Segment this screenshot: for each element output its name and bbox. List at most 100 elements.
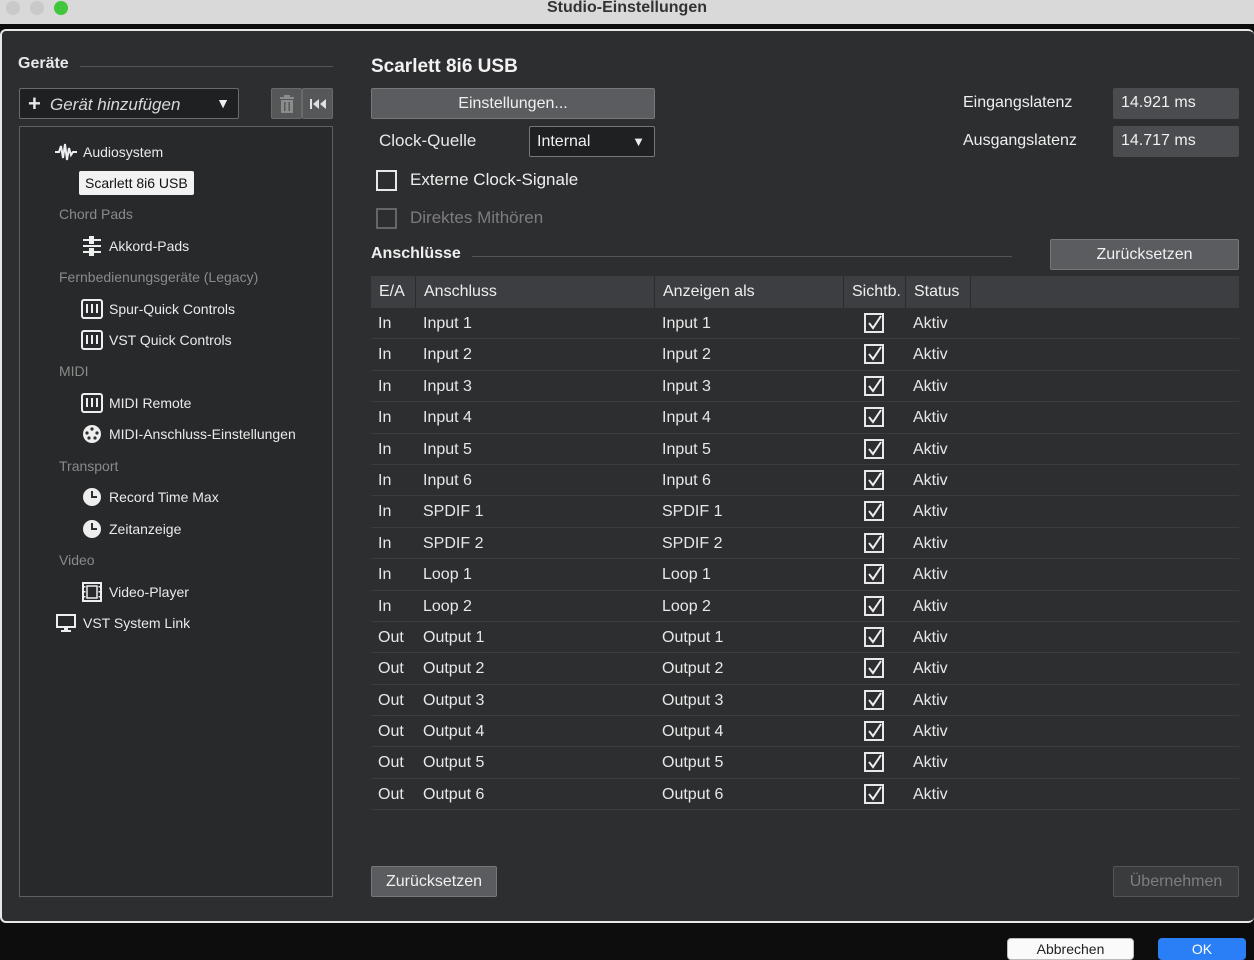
direct-monitoring-checkbox: Direktes Mithören xyxy=(376,207,543,229)
checkbox-box xyxy=(376,207,397,229)
rewind-icon xyxy=(309,99,326,109)
tree-item-midi-remote[interactable]: MIDI Remote xyxy=(81,391,191,415)
cell-display: Output 4 xyxy=(662,723,724,741)
external-clock-checkbox[interactable]: Externe Clock-Signale xyxy=(376,169,578,191)
cell-status: Aktiv xyxy=(913,723,948,741)
table-row[interactable]: Out Output 1 Output 1 Aktiv xyxy=(371,622,1239,654)
table-row[interactable]: Out Output 5 Output 5 Aktiv xyxy=(371,747,1239,779)
checkmark-icon xyxy=(868,315,882,330)
table-row[interactable]: Out Output 6 Output 6 Aktiv xyxy=(371,779,1239,811)
tree-category-transport: Transport xyxy=(59,458,119,474)
sliders-icon xyxy=(81,236,103,256)
input-latency-label: Eingangslatenz xyxy=(963,94,1073,111)
cell-display: Loop 1 xyxy=(662,566,711,584)
visible-checkbox[interactable] xyxy=(864,407,884,428)
visible-checkbox[interactable] xyxy=(864,721,884,742)
tree-item-vst-system-link[interactable]: VST System Link xyxy=(55,611,190,635)
tree-item-audiosystem[interactable]: Audiosystem xyxy=(55,140,163,164)
tree-category-remote-legacy: Fernbedienungsgeräte (Legacy) xyxy=(59,269,259,285)
cell-io: Out xyxy=(378,723,404,741)
clock-source-select[interactable]: Internal ▼ xyxy=(529,126,655,157)
table-row[interactable]: In Loop 2 Loop 2 Aktiv xyxy=(371,591,1239,622)
table-row[interactable]: In Input 1 Input 1 Aktiv xyxy=(371,308,1239,340)
device-settings-button[interactable]: Einstellungen... xyxy=(371,88,655,119)
cancel-button[interactable]: Abbrechen xyxy=(1007,938,1134,960)
checkmark-icon xyxy=(868,503,882,519)
tree-item-video-player[interactable]: Video-Player xyxy=(81,580,189,604)
ok-button[interactable]: OK xyxy=(1158,938,1246,960)
table-row[interactable]: In Input 4 Input 4 Aktiv xyxy=(371,402,1239,434)
visible-checkbox[interactable] xyxy=(864,626,884,647)
cell-display: Output 1 xyxy=(662,628,724,646)
visible-checkbox[interactable] xyxy=(864,658,884,679)
visible-checkbox[interactable] xyxy=(864,564,884,585)
connections-reset-button[interactable]: Zurücksetzen xyxy=(1050,239,1239,270)
cell-status: Aktiv xyxy=(913,597,948,615)
dropdown-arrow-icon: ▼ xyxy=(632,134,645,149)
reset-button[interactable]: Zurücksetzen xyxy=(371,866,497,897)
tree-item-scarlett[interactable]: Scarlett 8i6 USB xyxy=(79,167,194,198)
column-header-display[interactable]: Anzeigen als xyxy=(655,276,844,308)
table-row[interactable]: Out Output 4 Output 4 Aktiv xyxy=(371,716,1239,748)
visible-checkbox[interactable] xyxy=(864,438,884,459)
cell-display: Output 5 xyxy=(662,754,724,772)
delete-device-button[interactable] xyxy=(271,88,302,119)
input-latency-value: 14.921 ms xyxy=(1113,88,1239,119)
visible-checkbox[interactable] xyxy=(864,595,884,616)
visible-checkbox[interactable] xyxy=(864,469,884,490)
cell-port: Loop 2 xyxy=(423,597,472,615)
visible-checkbox[interactable] xyxy=(864,752,884,773)
add-device-dropdown[interactable]: + Gerät hinzufügen ▼ xyxy=(19,88,239,119)
tree-item-midi-port-settings[interactable]: MIDI-Anschluss-Einstellungen xyxy=(81,422,296,446)
cell-io: In xyxy=(378,409,392,427)
column-header-port[interactable]: Anschluss xyxy=(416,276,655,308)
visible-checkbox[interactable] xyxy=(864,501,884,522)
table-row[interactable]: In SPDIF 2 SPDIF 2 Aktiv xyxy=(371,528,1239,560)
cell-io: In xyxy=(378,346,392,364)
cell-display: Input 5 xyxy=(662,440,711,458)
table-row[interactable]: In SPDIF 1 SPDIF 1 Aktiv xyxy=(371,496,1239,528)
column-header-visible[interactable]: Sichtb. xyxy=(844,276,906,308)
column-header-io[interactable]: E/A xyxy=(371,276,416,308)
tree-item-akkord-pads[interactable]: Akkord-Pads xyxy=(81,234,189,258)
cell-port: Output 2 xyxy=(423,660,485,678)
cell-port: Output 3 xyxy=(423,691,485,709)
table-row[interactable]: In Input 3 Input 3 Aktiv xyxy=(371,371,1239,403)
tree-item-spur-quick-controls[interactable]: Spur-Quick Controls xyxy=(81,297,235,321)
visible-checkbox[interactable] xyxy=(864,689,884,710)
tree-item-vst-quick-controls[interactable]: VST Quick Controls xyxy=(81,328,232,352)
cell-io: In xyxy=(378,566,392,584)
checkmark-icon xyxy=(868,472,882,487)
reset-device-button[interactable] xyxy=(302,88,333,119)
cell-io: In xyxy=(378,471,392,489)
checkmark-icon xyxy=(868,786,882,801)
table-row[interactable]: Out Output 3 Output 3 Aktiv xyxy=(371,685,1239,717)
cell-io: Out xyxy=(378,628,404,646)
visible-checkbox[interactable] xyxy=(864,532,884,553)
cell-display: Input 2 xyxy=(662,346,711,364)
table-row[interactable]: In Input 6 Input 6 Aktiv xyxy=(371,465,1239,497)
tree-item-label: Video-Player xyxy=(109,584,189,600)
cell-port: Output 4 xyxy=(423,723,485,741)
table-row[interactable]: Out Output 2 Output 2 Aktiv xyxy=(371,653,1239,685)
cell-status: Aktiv xyxy=(913,346,948,364)
cell-status: Aktiv xyxy=(913,471,948,489)
tree-item-record-time-max[interactable]: Record Time Max xyxy=(81,485,219,509)
visible-checkbox[interactable] xyxy=(864,375,884,396)
table-row[interactable]: In Loop 1 Loop 1 Aktiv xyxy=(371,559,1239,591)
waveform-icon xyxy=(55,142,77,162)
window-title: Studio-Einstellungen xyxy=(547,0,707,16)
table-row[interactable]: In Input 2 Input 2 Aktiv xyxy=(371,339,1239,371)
table-row[interactable]: In Input 5 Input 5 Aktiv xyxy=(371,434,1239,465)
tree-item-zeitanzeige[interactable]: Zeitanzeige xyxy=(81,517,181,541)
visible-checkbox[interactable] xyxy=(864,313,884,333)
tree-category-midi: MIDI xyxy=(59,363,89,379)
checkbox-box xyxy=(376,169,397,191)
visible-checkbox[interactable] xyxy=(864,344,884,365)
tree-item-label: VST System Link xyxy=(83,615,191,631)
checkbox-label: Externe Clock-Signale xyxy=(410,170,579,189)
column-header-status[interactable]: Status xyxy=(906,276,971,308)
visible-checkbox[interactable] xyxy=(864,783,884,804)
cell-io: In xyxy=(378,534,392,552)
cell-port: Input 6 xyxy=(423,471,472,489)
